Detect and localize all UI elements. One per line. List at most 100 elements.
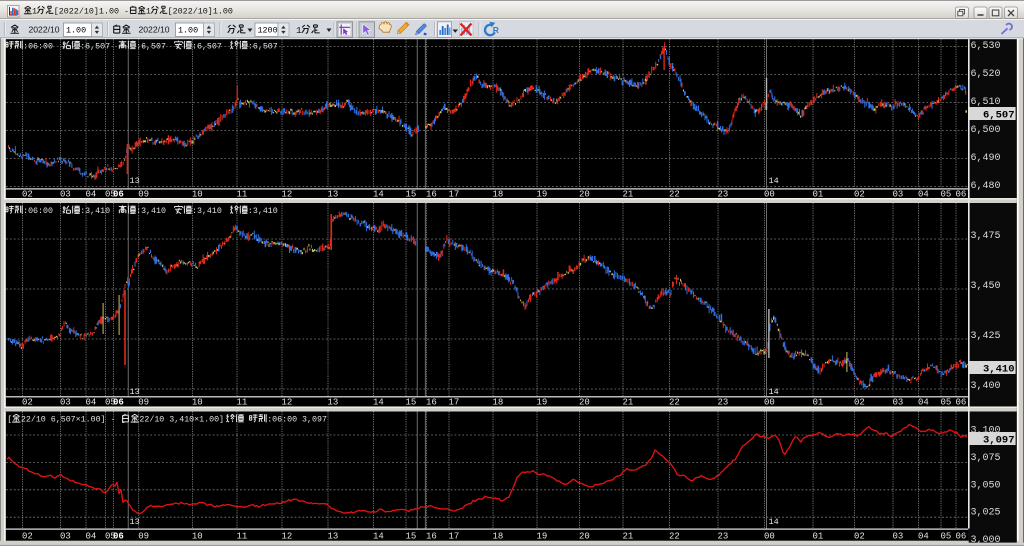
svg-text::06:00: :06:00 [23,207,53,216]
svg-text::06:00: :06:00 [23,42,53,51]
svg-text:[2022/10]1.00: [2022/10]1.00 [168,6,233,16]
svg-text:14: 14 [373,398,384,408]
svg-text:04: 04 [86,532,97,542]
svg-text:05: 05 [941,398,952,408]
svg-text:22: 22 [669,398,680,408]
svg-text:3,025: 3,025 [971,508,1001,519]
svg-text:22/10 3,410×1.00]: 22/10 3,410×1.00] [139,415,224,425]
svg-text:01: 01 [813,532,824,542]
svg-text:06: 06 [956,189,967,199]
svg-text:14: 14 [373,532,384,542]
svg-text:03: 03 [60,398,71,408]
svg-text:03: 03 [893,189,904,199]
svg-text:21: 21 [623,398,634,408]
svg-text:14: 14 [373,189,384,199]
svg-text:1200: 1200 [258,26,278,36]
svg-text:04: 04 [86,398,97,408]
svg-text:3,050: 3,050 [971,480,1001,491]
svg-text:17: 17 [449,398,460,408]
svg-text::6,507: :6,507 [192,42,222,51]
svg-text:6,490: 6,490 [971,153,1001,164]
svg-text:22/10 6,507×1.00] - [: 22/10 6,507×1.00] - [ [21,415,126,425]
svg-text:04: 04 [918,398,929,408]
svg-text:02: 02 [854,398,865,408]
svg-text:20: 20 [579,189,590,199]
svg-text:14: 14 [769,387,779,397]
svg-text:6,480: 6,480 [971,181,1001,192]
svg-text:13: 13 [130,176,140,186]
svg-text:22: 22 [669,532,680,542]
svg-text:01: 01 [813,398,824,408]
svg-text:21: 21 [623,189,634,199]
svg-text:23: 23 [718,532,729,542]
svg-text:05: 05 [941,532,952,542]
svg-text:09: 09 [138,189,149,199]
svg-text:23: 23 [718,189,729,199]
svg-text::6,507: :6,507 [136,42,166,51]
svg-text:06: 06 [113,532,124,542]
svg-text:03: 03 [893,398,904,408]
svg-text:3,075: 3,075 [971,453,1001,464]
svg-text:10: 10 [192,532,203,542]
svg-text:[2022/10]1.00 -: [2022/10]1.00 - [54,6,129,16]
svg-text::3,410: :3,410 [80,207,110,216]
svg-text:18: 18 [493,398,504,408]
svg-text:04: 04 [86,189,97,199]
svg-text:03: 03 [893,532,904,542]
svg-text:3,425: 3,425 [971,331,1001,342]
svg-text:06: 06 [113,189,124,199]
svg-text:16: 16 [426,532,437,542]
svg-text:12: 12 [282,189,293,199]
svg-text:6,530: 6,530 [971,41,1001,52]
svg-text::3,410: :3,410 [136,207,166,216]
svg-text:6,510: 6,510 [971,97,1001,108]
svg-text:15: 15 [406,189,417,199]
svg-text:[: [ [7,415,12,425]
svg-text:23: 23 [718,398,729,408]
svg-text:1.00: 1.00 [66,26,86,36]
svg-text:1: 1 [146,6,151,16]
svg-text:R: R [493,25,499,35]
svg-text:14: 14 [769,517,779,527]
svg-text:6,500: 6,500 [971,125,1001,136]
svg-text:13: 13 [328,532,339,542]
svg-text:13: 13 [130,517,140,527]
svg-text:3,450: 3,450 [971,281,1001,292]
svg-text:06: 06 [113,398,124,408]
svg-text::6,507: :6,507 [80,42,110,51]
svg-text:20: 20 [579,532,590,542]
svg-text:02: 02 [854,189,865,199]
svg-text:10: 10 [192,398,203,408]
svg-text:19: 19 [537,189,548,199]
svg-text:13: 13 [328,398,339,408]
svg-text:3,400: 3,400 [971,381,1001,392]
svg-text:14: 14 [769,176,779,186]
svg-text:16: 16 [426,189,437,199]
svg-text:01: 01 [813,189,824,199]
svg-text:21: 21 [623,532,634,542]
svg-text:3,475: 3,475 [971,231,1001,242]
svg-text:15: 15 [406,398,417,408]
svg-text:19: 19 [537,398,548,408]
svg-text:02: 02 [22,532,33,542]
svg-text:18: 18 [493,189,504,199]
svg-text:13: 13 [130,387,140,397]
svg-text::06:00 3,097: :06:00 3,097 [267,416,327,425]
svg-text:16: 16 [426,398,437,408]
svg-text:13: 13 [328,189,339,199]
svg-text:17: 17 [449,532,460,542]
svg-text:04: 04 [918,532,929,542]
svg-text::3,410: :3,410 [248,207,278,216]
svg-text:22: 22 [669,189,680,199]
svg-text:20: 20 [579,398,590,408]
svg-text:2022/10: 2022/10 [29,25,60,35]
svg-text:00: 00 [764,189,775,199]
svg-text:6,520: 6,520 [971,69,1001,80]
svg-text:11: 11 [237,532,248,542]
svg-text:06: 06 [956,398,967,408]
svg-text:1.00: 1.00 [178,26,198,36]
svg-text:02: 02 [854,532,865,542]
svg-text:17: 17 [449,189,460,199]
svg-text:3,097: 3,097 [983,434,1015,446]
svg-text:6,507: 6,507 [983,109,1015,121]
